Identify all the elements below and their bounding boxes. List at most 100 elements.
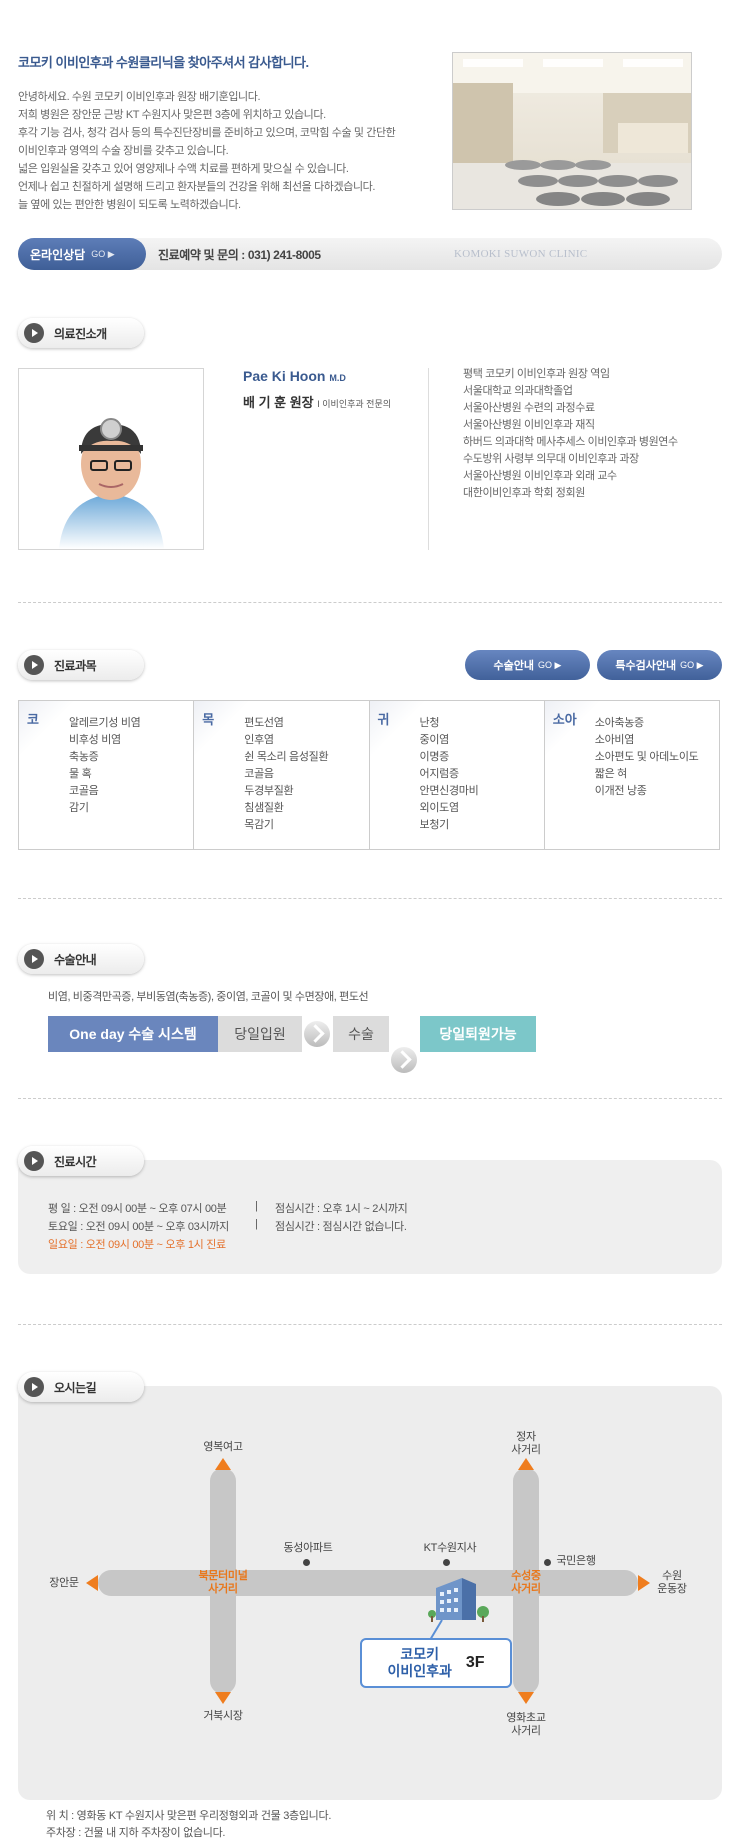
special-test-button[interactable]: 특수검사안내 GO ▶	[597, 650, 722, 680]
dept-item: 감기	[69, 802, 89, 814]
dept-item: 이개전 낭종	[594, 785, 647, 797]
dept-item: 짧은 혀	[594, 768, 628, 780]
label-yeonghwa-elementary: 영화초교 사거리	[506, 1712, 546, 1737]
dept-item: 비후성 비염	[69, 734, 121, 746]
career-item: 평택 코모키 이비인후과 원장 역임	[463, 368, 610, 380]
label-geobuk-market: 거북시장	[203, 1710, 243, 1722]
clinic-location-callout: 코모키 이비인후과 3F	[360, 1638, 512, 1688]
flow-one-day-system: One day 수술 시스템	[48, 1016, 218, 1052]
dept-item: 코골음	[69, 785, 99, 797]
arrow-left-icon	[86, 1575, 98, 1591]
dept-item: 난청	[419, 717, 440, 729]
special-test-label: 특수검사안내	[615, 660, 677, 672]
dept-column-ear: 귀 난청 중이염 이명증 어지럼증 안면신경마비 외이도염 보청기	[369, 701, 545, 849]
clinic-floor-label: 3F	[465, 1654, 485, 1671]
main-road	[98, 1570, 638, 1596]
divider	[18, 898, 722, 899]
section-header-departments: 진료과목	[18, 650, 144, 680]
welcome-title: 코모키 이비인후과 수원클리닉을 찾아주셔서 감사합니다.	[18, 55, 309, 70]
section-header-directions: 오시는길	[18, 1372, 144, 1402]
location-info: 위 치 : 영화동 KT 수원지사 맞은편 우리정형외과 건물 3층입니다. 주…	[46, 1808, 331, 1842]
doctor-career-list: 평택 코모키 이비인후과 원장 역임 서울대학교 의과대학졸업 서울아산병원 수…	[463, 366, 678, 502]
play-icon	[24, 323, 44, 343]
section-header-surgery: 수술안내	[18, 944, 144, 974]
doctor-name-ko-text: 배 기 훈 원장	[243, 395, 314, 410]
location-dot	[303, 1559, 310, 1566]
dept-tag: 귀	[377, 712, 390, 727]
go-label: GO ▶	[91, 248, 115, 259]
label-yeongbok-girls-high: 영복여고	[203, 1441, 243, 1453]
divider	[18, 1324, 722, 1325]
surgery-guide-button[interactable]: 수술안내 GO ▶	[465, 650, 590, 680]
play-icon	[24, 655, 44, 675]
label-suseongjung: 수성중 사거리	[511, 1570, 541, 1595]
divider	[18, 1098, 722, 1099]
hours-separator: |	[255, 1200, 258, 1212]
hours-separator: |	[255, 1218, 258, 1230]
play-icon	[24, 1151, 44, 1171]
flow-surgery: 수술	[333, 1016, 389, 1052]
dept-item: 안면신경마비	[419, 785, 479, 797]
label-suwon-stadium: 수원 운동장	[657, 1570, 687, 1595]
arrow-right-icon	[638, 1575, 650, 1591]
label-janganmun: 장안문	[49, 1577, 79, 1589]
section-header-hours: 진료시간	[18, 1146, 144, 1176]
dept-item: 쉰 목소리 음성질환	[244, 751, 329, 763]
label-kookmin-bank: 국민은행	[556, 1555, 596, 1567]
hours-box	[18, 1160, 722, 1274]
dept-item: 인후염	[244, 734, 274, 746]
label-bukmun-terminal: 북문터미널 사거리	[198, 1570, 248, 1595]
go-label: GO ▶	[538, 659, 562, 670]
dept-tag: 소아	[552, 712, 577, 727]
play-icon	[24, 949, 44, 969]
play-icon	[24, 1377, 44, 1397]
dept-item: 편도선염	[244, 717, 284, 729]
label-kt-suwon: KT수원지사	[423, 1542, 477, 1554]
brand-text: KOMOKI SUWON CLINIC	[454, 248, 588, 260]
location-address: 위 치 : 영화동 KT 수원지사 맞은편 우리정형외과 건물 3층입니다.	[46, 1810, 332, 1822]
location-dot	[443, 1559, 450, 1566]
dept-item: 이명증	[419, 751, 450, 763]
arrow-down-icon	[518, 1692, 534, 1704]
surgery-description: 비염, 비중격만곡증, 부비동염(축농증), 중이염, 코골이 및 수면장애, …	[48, 991, 369, 1003]
dept-item: 물 혹	[69, 768, 92, 780]
arrow-down-icon	[215, 1692, 231, 1704]
arrow-right-icon	[391, 1047, 417, 1073]
intro-text: 안녕하세요. 수원 코모키 이비인후과 원장 배기훈입니다. 저희 병원은 장안…	[18, 88, 396, 214]
dept-column-nose: 코 알레르기성 비염 비후성 비염 축농증 물 혹 코골음 감기	[19, 701, 195, 849]
intro-line: 이비인후과 영역의 수술 장비를 갖추고 있습니다.	[18, 145, 229, 157]
hours-saturday: 토요일 : 오전 09시 00분 ~ 오후 03시까지	[48, 1221, 229, 1233]
arrow-right-icon	[304, 1021, 330, 1047]
clinic-interior-photo	[452, 52, 692, 210]
intro-line: 넓은 입원실을 갖추고 있어 영양제나 수액 치료를 편하게 맞으실 수 있습니…	[18, 163, 349, 175]
career-item: 서울아산병원 이비인후과 재직	[463, 419, 595, 431]
doctor-degree: M.D	[329, 373, 346, 383]
go-label: GO ▶	[680, 659, 704, 670]
online-consult-button[interactable]: 온라인상담 GO ▶	[18, 238, 146, 270]
flow-same-day-discharge: 당일퇴원가능	[420, 1016, 536, 1052]
arrow-up-icon	[215, 1458, 231, 1470]
doctor-divider	[428, 368, 429, 550]
section-header-doctors: 의료진소개	[18, 318, 144, 348]
dept-item: 침샘질환	[244, 802, 284, 814]
label-dongseong-apt: 동성아파트	[283, 1542, 333, 1554]
section-title: 진료과목	[54, 658, 97, 673]
hours-sunday: 일요일 : 오전 09시 00분 ~ 오후 1시 진료	[48, 1239, 226, 1251]
dept-item: 어지럼증	[419, 768, 460, 780]
career-item: 수도방위 사령부 의무대 이비인후과 과장	[463, 453, 639, 465]
doctor-name-korean: 배 기 훈 원장 I 이비인후과 전문의	[243, 392, 391, 411]
dept-item: 코골음	[244, 768, 274, 780]
divider	[18, 602, 722, 603]
dept-item: 소아축농증	[594, 717, 644, 729]
location-dot	[544, 1559, 551, 1566]
section-title: 오시는길	[54, 1380, 97, 1395]
doctor-photo	[18, 368, 204, 550]
dept-item: 알레르기성 비염	[69, 717, 141, 729]
department-table: 코 알레르기성 비염 비후성 비염 축농증 물 혹 코골음 감기 목 편도선염 …	[18, 700, 720, 850]
hours-weekday: 평 일 : 오전 09시 00분 ~ 오후 07시 00분	[48, 1203, 227, 1215]
reservation-phone: 진료예약 및 문의 : 031) 241-8005	[158, 248, 321, 262]
intro-line: 안녕하세요. 수원 코모키 이비인후과 원장 배기훈입니다.	[18, 91, 261, 103]
career-item: 하버드 의과대학 메사추세스 이비인후과 병원연수	[463, 436, 678, 448]
arrow-up-icon	[518, 1458, 534, 1470]
career-item: 서울아산병원 수련의 과정수료	[463, 402, 595, 414]
